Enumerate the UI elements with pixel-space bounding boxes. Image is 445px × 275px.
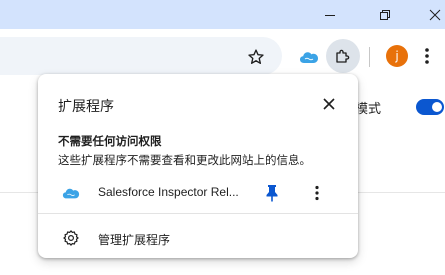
restore-icon (380, 9, 390, 20)
popup-close-button[interactable] (319, 94, 339, 114)
extensions-popup: 扩展程序 不需要任何访问权限 这些扩展程序不需要查看和更改此网站上的信息。 Sa… (38, 74, 358, 258)
restore-button[interactable] (362, 0, 408, 29)
more-vertical-icon (425, 48, 429, 64)
browser-title-bar (0, 0, 445, 29)
gear-icon (63, 230, 79, 246)
pin-extension-button[interactable] (263, 183, 281, 203)
minimize-icon (325, 14, 335, 16)
salesforce-cloud-icon (300, 52, 318, 63)
close-icon (323, 98, 335, 110)
address-bar[interactable] (0, 37, 282, 75)
close-window-button[interactable] (412, 0, 445, 29)
extension-more-button[interactable] (308, 183, 326, 203)
puzzle-icon (336, 49, 350, 63)
salesforce-extension-button[interactable] (295, 43, 323, 71)
manage-extensions-label: 管理扩展程序 (98, 233, 171, 247)
extension-name: Salesforce Inspector Rel... (98, 185, 239, 199)
page-setting-toggle[interactable] (416, 99, 444, 115)
extension-row[interactable]: Salesforce Inspector Rel... (38, 178, 358, 208)
access-section-description: 这些扩展程序不需要查看和更改此网站上的信息。 (58, 153, 311, 167)
popup-title: 扩展程序 (58, 99, 114, 115)
salesforce-cloud-icon (62, 188, 80, 199)
pin-icon (266, 185, 278, 202)
toolbar-divider (369, 47, 370, 67)
more-vertical-icon (315, 185, 319, 201)
profile-initial: j (395, 49, 399, 63)
close-icon (429, 9, 441, 20)
access-section-heading: 不需要任何访问权限 (58, 134, 162, 148)
star-icon (248, 49, 264, 64)
browser-menu-button[interactable] (417, 44, 437, 68)
profile-avatar[interactable]: j (386, 45, 408, 67)
minimize-button[interactable] (307, 0, 353, 29)
extensions-button[interactable] (326, 39, 360, 73)
manage-extensions-button[interactable]: 管理扩展程序 (38, 224, 358, 252)
bookmark-star-button[interactable] (242, 43, 270, 71)
popup-divider (38, 213, 358, 214)
